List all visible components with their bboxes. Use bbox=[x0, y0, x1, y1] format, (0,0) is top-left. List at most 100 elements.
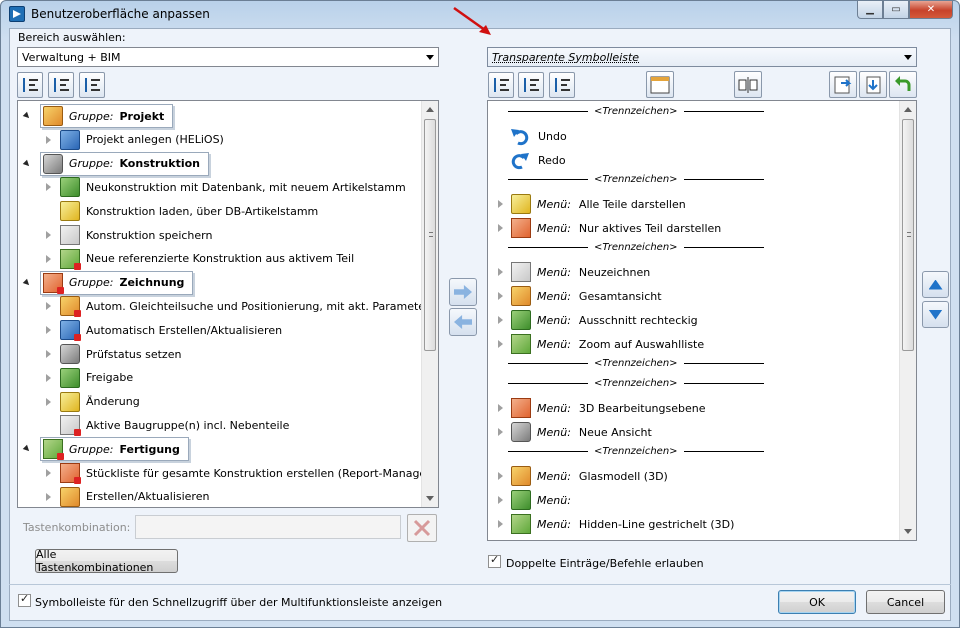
reset-button[interactable] bbox=[889, 71, 917, 98]
right-sort-collapse-button[interactable] bbox=[549, 72, 575, 98]
toolbar-commands-list[interactable]: <Trennzeichen> Undo Redo <Trennzeichen> Menü… bbox=[487, 100, 917, 541]
expand-arrow-icon[interactable] bbox=[46, 469, 51, 477]
list-scrollbar[interactable] bbox=[899, 101, 916, 540]
remove-from-toolbar-button[interactable] bbox=[449, 308, 477, 336]
all-shortcuts-button[interactable]: Alle Tastenkombinationen bbox=[35, 548, 178, 574]
tree-group[interactable]: Gruppe: Zeichnung bbox=[22, 270, 194, 295]
menu-item[interactable]: Menü: Glasmodell (3D) bbox=[498, 465, 668, 487]
new-toolbar-button[interactable] bbox=[646, 71, 674, 98]
expand-arrow-icon[interactable] bbox=[498, 496, 503, 504]
expand-arrow-icon[interactable] bbox=[498, 404, 503, 412]
command-item[interactable]: Undo bbox=[510, 125, 567, 147]
collapse-arrow-icon[interactable] bbox=[22, 444, 32, 454]
separator-item[interactable]: <Trennzeichen> bbox=[508, 356, 764, 370]
collapse-arrow-icon[interactable] bbox=[22, 159, 32, 168]
expand-arrow-icon[interactable] bbox=[46, 350, 51, 358]
list-scroll-thumb[interactable] bbox=[902, 119, 914, 351]
expand-arrow-icon[interactable] bbox=[46, 231, 51, 239]
sort-expand-button[interactable] bbox=[17, 72, 43, 98]
expand-arrow-icon[interactable] bbox=[498, 340, 503, 348]
add-to-toolbar-button[interactable] bbox=[449, 278, 477, 306]
tree-group[interactable]: Gruppe: Fertigung bbox=[22, 437, 189, 462]
separator-item[interactable]: <Trennzeichen> bbox=[508, 104, 764, 118]
separator-item[interactable]: <Trennzeichen> bbox=[508, 376, 764, 390]
tree-item[interactable]: Konstruktion speichern bbox=[46, 224, 212, 246]
move-up-button[interactable] bbox=[922, 271, 949, 298]
cancel-button[interactable]: Cancel bbox=[866, 590, 945, 614]
menu-item[interactable]: Menü: Neue Ansicht bbox=[498, 421, 652, 443]
window-icon bbox=[650, 76, 670, 93]
expand-arrow-icon[interactable] bbox=[46, 373, 51, 382]
expand-arrow-icon[interactable] bbox=[498, 520, 503, 528]
command-item[interactable]: Redo bbox=[510, 149, 566, 171]
maximize-button[interactable]: ▭ bbox=[883, 1, 909, 19]
tree-group[interactable]: Gruppe: Konstruktion bbox=[22, 151, 209, 176]
import-button[interactable] bbox=[829, 71, 857, 98]
tree-item[interactable]: Erstellen/Aktualisieren bbox=[46, 486, 209, 508]
tree-item[interactable]: Autom. Gleichteilsuche und Positionierun… bbox=[46, 295, 436, 318]
right-sort-numeric-button[interactable] bbox=[518, 72, 544, 98]
collapse-arrow-icon[interactable] bbox=[22, 278, 32, 287]
tree-item[interactable]: Stückliste für gesamte Konstruktion erst… bbox=[46, 462, 435, 484]
right-sort-expand-button[interactable] bbox=[488, 72, 514, 98]
tree-item[interactable]: Konstruktion laden, über DB-Artikelstamm bbox=[46, 200, 318, 222]
tree-item[interactable]: Projekt anlegen (HELiOS) bbox=[46, 129, 224, 151]
expand-arrow-icon[interactable] bbox=[46, 397, 51, 406]
minimize-button[interactable]: ▁ bbox=[857, 1, 883, 19]
menu-item[interactable]: Menü: Nur aktives Teil darstellen bbox=[498, 217, 721, 239]
close-button[interactable]: ✕ bbox=[909, 1, 953, 19]
ok-button[interactable]: OK bbox=[778, 590, 856, 614]
menu-item[interactable]: Menü: Neuzeichnen bbox=[498, 261, 650, 283]
collapse-arrow-icon[interactable] bbox=[22, 111, 32, 121]
menu-item[interactable]: Menü: bbox=[498, 489, 579, 511]
expand-arrow-icon[interactable] bbox=[498, 200, 503, 208]
tree-item[interactable]: Automatisch Erstellen/Aktualisieren bbox=[46, 319, 282, 342]
menu-item[interactable]: Menü: Alle Teile darstellen bbox=[498, 193, 686, 215]
menu-prefix: Menü: bbox=[537, 517, 571, 531]
command-tree[interactable]: Gruppe: Projekt Projekt anlegen (HELiOS) Gr… bbox=[17, 100, 439, 508]
allow-duplicates-checkbox[interactable] bbox=[488, 553, 501, 568]
menu-item[interactable]: Menü: Zoom auf Auswahlliste bbox=[498, 333, 704, 355]
release-icon bbox=[60, 367, 80, 388]
remove-shortcut-button[interactable] bbox=[407, 514, 437, 542]
menu-item[interactable]: Menü: 3D Bearbeitungsebene bbox=[498, 397, 706, 419]
tree-scroll-thumb[interactable] bbox=[424, 119, 436, 351]
tree-item[interactable]: Änderung bbox=[46, 391, 140, 413]
expand-arrow-icon[interactable] bbox=[498, 292, 503, 300]
expand-arrow-icon[interactable] bbox=[498, 428, 503, 436]
sort-numeric-button[interactable] bbox=[48, 72, 74, 98]
tree-scrollbar[interactable] bbox=[421, 101, 438, 507]
tree-item[interactable]: Neue referenzierte Konstruktion aus akti… bbox=[46, 248, 354, 270]
expand-arrow-icon[interactable] bbox=[498, 268, 503, 276]
expand-arrow-icon[interactable] bbox=[498, 316, 503, 324]
expand-arrow-icon[interactable] bbox=[46, 135, 51, 144]
tree-item[interactable]: Freigabe bbox=[46, 367, 133, 389]
expand-arrow-icon[interactable] bbox=[46, 183, 51, 192]
menu-item[interactable]: Menü: Gesamtansicht bbox=[498, 285, 662, 307]
separator-item[interactable]: <Trennzeichen> bbox=[508, 444, 764, 458]
tree-item[interactable]: Aktive Baugruppe(n) incl. Nebenteile bbox=[46, 414, 289, 437]
tree-group[interactable]: Gruppe: Projekt bbox=[22, 104, 174, 128]
expand-arrow-icon[interactable] bbox=[46, 326, 51, 335]
expand-arrow-icon[interactable] bbox=[46, 492, 51, 501]
expand-arrow-icon[interactable] bbox=[498, 472, 503, 480]
import-icon bbox=[834, 76, 852, 93]
tree-item[interactable]: Neukonstruktion mit Datenbank, mit neuem… bbox=[46, 176, 406, 198]
quick-access-checkbox[interactable] bbox=[18, 592, 31, 607]
insert-separator-button[interactable] bbox=[734, 71, 762, 98]
expand-arrow-icon[interactable] bbox=[46, 302, 51, 311]
expand-arrow-icon[interactable] bbox=[498, 224, 503, 232]
separator-item[interactable]: <Trennzeichen> bbox=[508, 240, 764, 254]
separator-item[interactable]: <Trennzeichen> bbox=[508, 172, 764, 186]
menu-item[interactable]: Menü: Hidden-Line gestrichelt (3D) bbox=[498, 513, 734, 535]
sort-collapse-button[interactable] bbox=[79, 72, 105, 98]
menu-item[interactable]: Menü: Ausschnitt rechteckig bbox=[498, 309, 698, 331]
expand-arrow-icon[interactable] bbox=[46, 254, 51, 263]
area-select[interactable]: Verwaltung + BIM bbox=[17, 47, 439, 67]
tree-item[interactable]: Prüfstatus setzen bbox=[46, 343, 181, 365]
export-button[interactable] bbox=[859, 71, 887, 98]
change-icon bbox=[60, 391, 80, 412]
shortcut-input[interactable] bbox=[135, 515, 401, 539]
toolbar-select[interactable]: Transparente Symbolleiste bbox=[487, 47, 917, 67]
move-down-button[interactable] bbox=[922, 301, 949, 328]
